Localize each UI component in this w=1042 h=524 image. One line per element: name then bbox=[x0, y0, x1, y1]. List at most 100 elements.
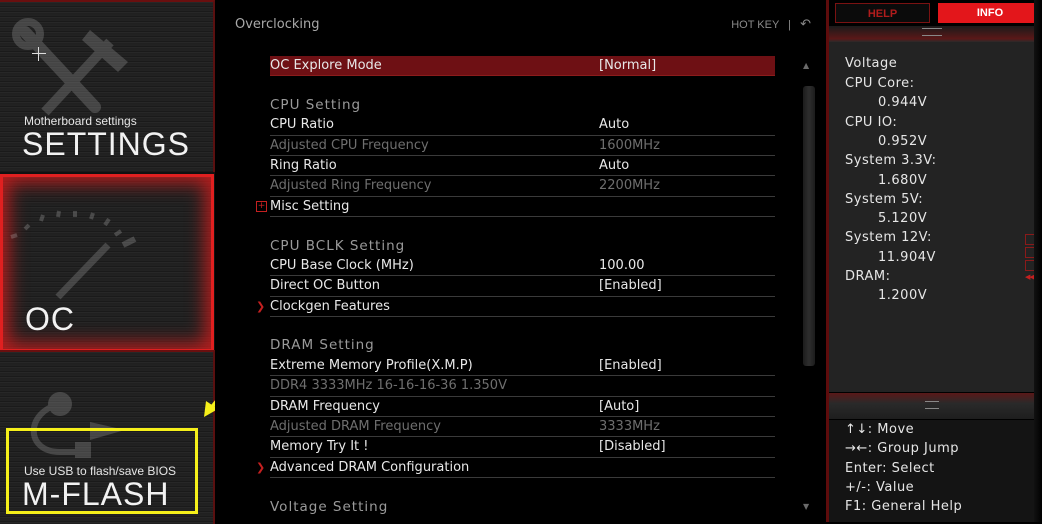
setting-row[interactable]: + Misc Setting bbox=[256, 197, 775, 218]
voltage-value: 0.952V bbox=[878, 133, 928, 149]
setting-row[interactable]: Ring Ratio Auto bbox=[270, 156, 775, 177]
voltage-label: DRAM: bbox=[845, 269, 891, 284]
setting-label: Ring Ratio bbox=[270, 157, 337, 173]
setting-label: Advanced DRAM Configuration bbox=[270, 459, 470, 475]
hotkey-label[interactable]: HOT KEY bbox=[731, 19, 779, 31]
voltage-value: 0.944V bbox=[878, 95, 928, 111]
setting-value[interactable]: [Disabled] bbox=[599, 437, 666, 456]
setting-row[interactable]: ❯ Clockgen Features bbox=[256, 297, 775, 318]
setting-label: DRAM Frequency bbox=[270, 398, 380, 414]
gauge-icon bbox=[10, 210, 137, 300]
key-help: ↑↓: Move →←: Group Jump Enter: Select +/-: … bbox=[829, 420, 1039, 522]
voltage-label: CPU IO: bbox=[845, 114, 898, 130]
voltage-title: Voltage bbox=[845, 56, 898, 71]
setting-row[interactable]: Extreme Memory Profile(X.M.P) [Enabled] bbox=[270, 356, 775, 377]
key-help-line: ↑↓: Move bbox=[845, 422, 915, 437]
section-header-label: Voltage Setting bbox=[270, 498, 389, 515]
setting-label: Memory Try It ! bbox=[270, 439, 369, 455]
hotkey-area[interactable]: HOT KEY | ↶ bbox=[731, 16, 811, 32]
setting-value: 1600MHz bbox=[599, 137, 660, 153]
tile-title: SETTINGS bbox=[22, 126, 191, 162]
tab-help[interactable]: HELP bbox=[835, 3, 930, 23]
setting-row[interactable]: CPU Ratio Auto bbox=[270, 115, 775, 136]
scroll-thumb[interactable] bbox=[803, 86, 815, 366]
setting-value[interactable]: [Normal] bbox=[599, 56, 656, 75]
settings-list: OC Explore Mode [Normal] CPU Setting CPU Ra… bbox=[256, 56, 775, 517]
setting-row[interactable]: DRAM Frequency [Auto] bbox=[270, 397, 775, 418]
setting-value: 3333MHz bbox=[599, 419, 660, 435]
section-header: DRAM Setting bbox=[270, 336, 775, 355]
info-panel: HELP INFO Voltage CPU Core: 0.944V CPU IO:… bbox=[826, 0, 1042, 522]
key-help-line: →←: Group Jump bbox=[845, 441, 959, 457]
setting-label: CPU Base Clock (MHz) bbox=[270, 257, 414, 273]
voltage-label: System 3.3V: bbox=[845, 153, 937, 169]
annotation-highlight-box bbox=[6, 428, 198, 514]
tab-info[interactable]: INFO bbox=[938, 3, 1042, 23]
section-header-label: CPU Setting bbox=[270, 96, 362, 113]
section-header-label: DRAM Setting bbox=[270, 337, 375, 354]
panel-bottom-divider bbox=[829, 393, 1039, 419]
setting-label: Adjusted CPU Frequency bbox=[270, 137, 429, 153]
voltage-label: System 5V: bbox=[845, 191, 924, 207]
panel-edge-shadow bbox=[1034, 0, 1042, 522]
scrollbar[interactable]: ▲ ▼ bbox=[800, 56, 818, 516]
info-row: Adjusted DRAM Frequency 3333MHz bbox=[270, 417, 775, 438]
setting-row[interactable]: Direct OC Button [Enabled] bbox=[270, 276, 775, 297]
panel-tabs: HELP INFO bbox=[835, 3, 1042, 23]
tile-title: OC bbox=[25, 301, 75, 337]
voltage-value: 1.680V bbox=[878, 172, 928, 188]
expand-plus-icon[interactable]: + bbox=[256, 200, 267, 212]
setting-value: 2200MHz bbox=[599, 178, 660, 194]
voltage-label: CPU Core: bbox=[845, 76, 915, 91]
setting-value[interactable]: 100.00 bbox=[599, 256, 645, 275]
setting-label: DDR4 3333MHz 16-16-16-36 1.350V bbox=[270, 378, 507, 394]
scroll-down-icon[interactable]: ▼ bbox=[803, 502, 809, 511]
setting-value[interactable]: [Auto] bbox=[599, 397, 639, 416]
info-row: Adjusted Ring Frequency 2200MHz bbox=[270, 176, 775, 197]
setting-label: Adjusted Ring Frequency bbox=[270, 178, 432, 194]
drag-handle-icon[interactable] bbox=[925, 401, 939, 409]
section-header: CPU BCLK Setting bbox=[270, 237, 775, 256]
main-panel: Overclocking HOT KEY | ↶ OC Explore Mode… bbox=[215, 0, 823, 522]
setting-label: Adjusted DRAM Frequency bbox=[270, 419, 441, 435]
voltage-value: 5.120V bbox=[878, 211, 928, 227]
setting-label: CPU Ratio bbox=[270, 117, 334, 133]
setting-row[interactable]: ❯ Advanced DRAM Configuration bbox=[256, 458, 775, 479]
setting-label: Clockgen Features bbox=[270, 298, 390, 314]
key-help-line: +/-: Value bbox=[845, 479, 915, 495]
setting-label: Direct OC Button bbox=[270, 278, 381, 294]
drag-handle-icon[interactable] bbox=[922, 28, 942, 36]
cursor-crosshair-icon bbox=[32, 47, 46, 61]
tile-settings[interactable]: Motherboard settings SETTINGS bbox=[0, 0, 215, 172]
submenu-arrow-icon: ❯ bbox=[256, 460, 266, 474]
voltage-info: Voltage CPU Core: 0.944V CPU IO: 0.952V Syst… bbox=[829, 42, 1039, 392]
setting-value[interactable]: Auto bbox=[599, 115, 629, 134]
setting-row[interactable]: CPU Base Clock (MHz) 100.00 bbox=[270, 256, 775, 277]
scroll-up-icon[interactable]: ▲ bbox=[803, 61, 809, 70]
info-row: Adjusted CPU Frequency 1600MHz bbox=[270, 136, 775, 156]
info-row: DDR4 3333MHz 16-16-16-36 1.350V bbox=[270, 376, 775, 397]
panel-top-divider bbox=[829, 26, 1039, 42]
key-help-line: Enter: Select bbox=[845, 460, 935, 476]
setting-label: Extreme Memory Profile(X.M.P) bbox=[270, 357, 473, 373]
back-icon[interactable]: ↶ bbox=[800, 16, 811, 31]
section-header-label: CPU BCLK Setting bbox=[270, 237, 406, 254]
voltage-label: System 12V: bbox=[845, 230, 932, 246]
setting-value[interactable]: [Enabled] bbox=[599, 276, 662, 295]
submenu-arrow-icon: ❯ bbox=[256, 299, 266, 313]
setting-value[interactable]: [Enabled] bbox=[599, 356, 662, 375]
setting-row[interactable]: OC Explore Mode [Normal] bbox=[270, 56, 775, 77]
tile-oc[interactable]: OC bbox=[0, 174, 214, 352]
wrench-hammer-icon bbox=[12, 18, 128, 116]
setting-row[interactable]: Memory Try It ! [Disabled] bbox=[270, 437, 775, 458]
voltage-value: 11.904V bbox=[878, 249, 936, 265]
key-help-line: F1: General Help bbox=[845, 499, 963, 515]
setting-label: Misc Setting bbox=[270, 198, 350, 214]
section-header: Voltage Setting bbox=[270, 498, 775, 517]
hotkey-separator: | bbox=[788, 19, 792, 31]
setting-value[interactable]: Auto bbox=[599, 156, 629, 175]
page-title: Overclocking bbox=[235, 17, 320, 32]
